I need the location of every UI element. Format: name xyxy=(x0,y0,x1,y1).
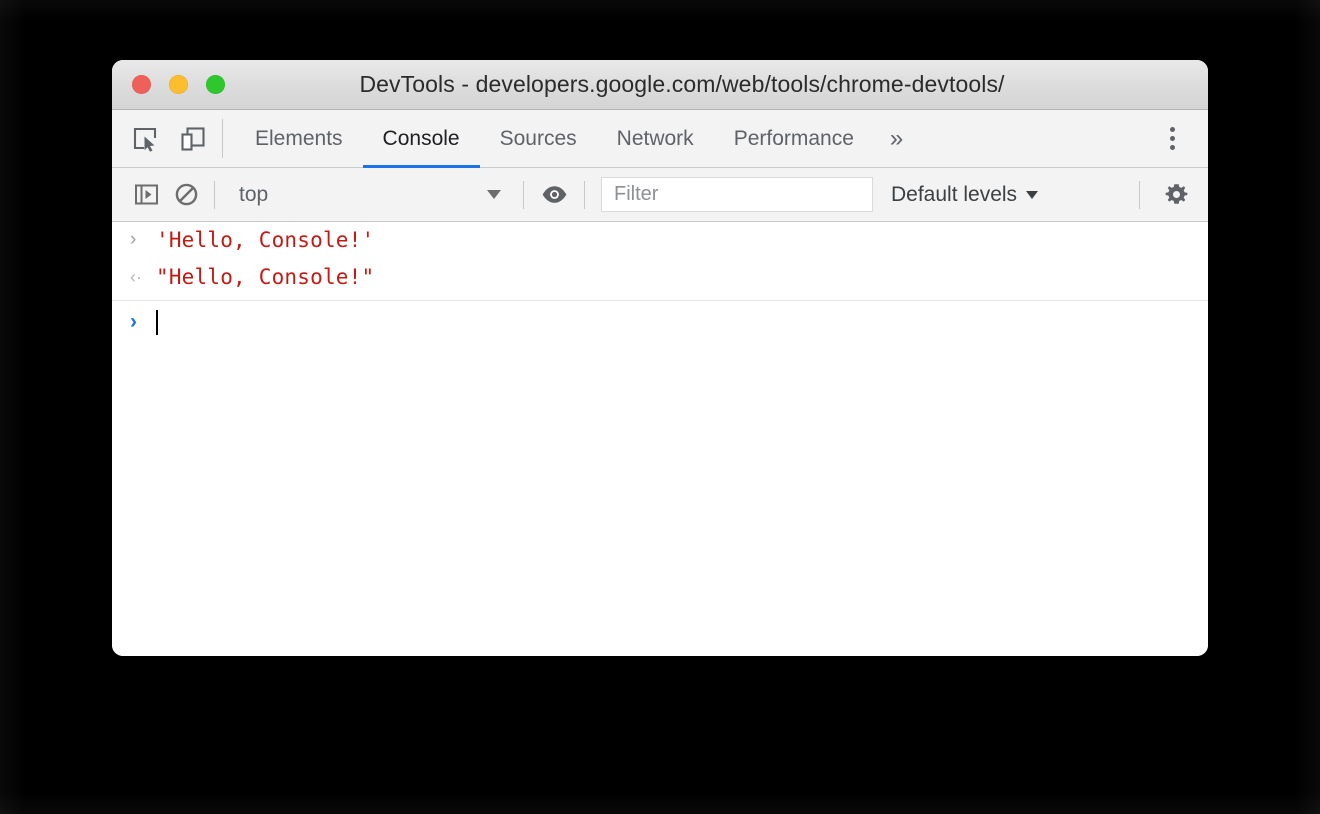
device-toolbar-button[interactable] xyxy=(174,120,212,158)
tab-sources[interactable]: Sources xyxy=(480,110,597,167)
settings-gear-icon xyxy=(1163,181,1190,208)
tab-console-label: Console xyxy=(382,126,460,150)
console-toolbar-separator-3 xyxy=(584,180,585,209)
tab-network[interactable]: Network xyxy=(597,110,714,167)
devtools-window: DevTools - developers.google.com/web/too… xyxy=(112,60,1208,656)
console-text-cursor xyxy=(156,309,158,335)
console-settings-button[interactable] xyxy=(1156,175,1196,215)
console-sidebar-toggle-icon xyxy=(134,182,159,207)
console-prompt-marker: › xyxy=(130,310,137,333)
log-level-selector[interactable]: Default levels xyxy=(891,182,1039,207)
chevron-down-icon xyxy=(487,190,501,199)
chevron-double-right-icon: » xyxy=(889,124,904,152)
log-level-label: Default levels xyxy=(891,182,1018,206)
console-toolbar-separator-1 xyxy=(214,180,215,209)
console-prompt-row[interactable]: › xyxy=(112,301,1208,341)
console-sidebar-toggle-button[interactable] xyxy=(126,175,166,215)
window-title: DevTools - developers.google.com/web/too… xyxy=(359,71,1005,97)
devtools-tabstrip: Elements Console Sources Network Perform… xyxy=(112,110,1208,168)
tabstrip-right-controls xyxy=(1137,110,1208,167)
inspect-element-button[interactable] xyxy=(126,120,164,158)
console-input-marker: › xyxy=(130,229,137,250)
window-titlebar: DevTools - developers.google.com/web/too… xyxy=(112,60,1208,110)
inspect-element-icon xyxy=(132,126,158,152)
console-result-marker: ‹· xyxy=(130,267,142,287)
devtools-main-menu-button[interactable] xyxy=(1152,119,1192,159)
console-input-echo-row: › 'Hello, Console!' xyxy=(112,222,1208,259)
execution-context-value: top xyxy=(239,182,269,206)
console-message-area[interactable]: › 'Hello, Console!' ‹· "Hello, Console!"… xyxy=(112,222,1208,656)
tab-performance[interactable]: Performance xyxy=(714,110,874,167)
console-input-text: 'Hello, Console!' xyxy=(156,228,375,252)
execution-context-selector[interactable]: top xyxy=(225,178,513,212)
tab-console[interactable]: Console xyxy=(362,110,480,168)
clear-console-icon xyxy=(174,182,199,207)
devtools-tabs: Elements Console Sources Network Perform… xyxy=(223,110,1137,168)
live-expression-button[interactable] xyxy=(534,175,574,215)
more-tabs-button[interactable]: » xyxy=(874,110,919,167)
device-toolbar-icon xyxy=(180,126,206,152)
console-toolbar-separator-4 xyxy=(1139,180,1140,209)
console-filter-box[interactable] xyxy=(601,177,873,212)
tab-network-label: Network xyxy=(616,126,694,150)
console-result-row: ‹· "Hello, Console!" xyxy=(112,259,1208,296)
tab-performance-label: Performance xyxy=(733,126,854,150)
console-toolbar: top Default levels xyxy=(112,168,1208,222)
tab-sources-label: Sources xyxy=(499,126,577,150)
tab-elements[interactable]: Elements xyxy=(235,110,363,167)
console-toolbar-separator-2 xyxy=(523,180,524,209)
chevron-down-icon xyxy=(1026,190,1039,199)
clear-console-button[interactable] xyxy=(166,175,206,215)
console-filter-input[interactable] xyxy=(612,182,862,207)
tab-elements-label: Elements xyxy=(255,126,343,150)
live-expression-eye-icon xyxy=(541,181,568,208)
tabstrip-tool-icons xyxy=(112,110,222,167)
kebab-menu-icon xyxy=(1169,127,1175,150)
console-result-text: "Hello, Console!" xyxy=(156,265,375,289)
